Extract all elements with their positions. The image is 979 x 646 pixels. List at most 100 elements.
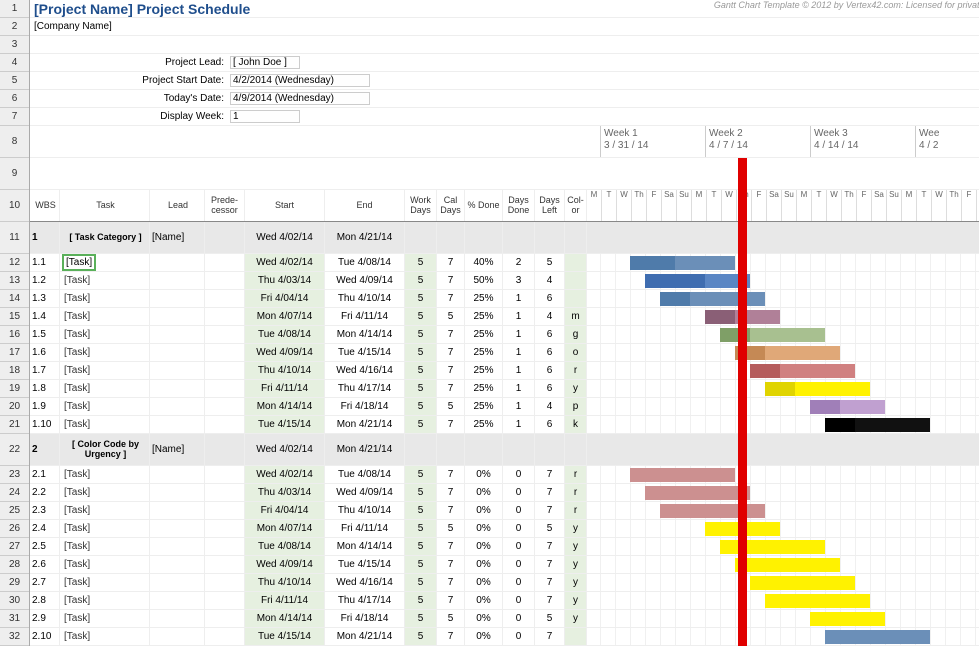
task-name-cell[interactable]: [Task] [60,416,150,433]
end-cell[interactable]: Thu 4/17/14 [325,380,405,397]
task-name-cell[interactable]: [Task] [60,628,150,645]
row-number[interactable]: 11 [0,222,29,254]
lead-cell[interactable] [150,628,205,645]
start-cell[interactable]: Wed 4/09/14 [245,344,325,361]
row-number[interactable]: 20 [0,398,29,416]
info-value[interactable]: [ John Doe ] [230,56,300,69]
start-cell[interactable]: Tue 4/08/14 [245,538,325,555]
start-cell[interactable]: Thu 4/10/14 [245,574,325,591]
caldays-cell[interactable]: 7 [437,416,465,433]
row-number[interactable]: 17 [0,344,29,362]
daysdone-cell[interactable]: 0 [503,628,535,645]
pred-cell[interactable] [205,222,245,253]
color-cell[interactable]: y [565,574,587,591]
workdays-cell[interactable]: 5 [405,466,437,483]
caldays-cell[interactable]: 7 [437,628,465,645]
color-cell[interactable]: r [565,466,587,483]
row-number[interactable]: 26 [0,520,29,538]
workdays-cell[interactable]: 5 [405,398,437,415]
gantt-bar[interactable] [720,540,825,554]
row-number[interactable]: 23 [0,466,29,484]
color-header[interactable]: Col-or [565,190,587,221]
task-name-cell[interactable]: [Task] [60,362,150,379]
workdays-cell[interactable]: 5 [405,538,437,555]
start-cell[interactable]: Wed 4/02/14 [245,254,325,271]
daysleft-cell[interactable]: 4 [535,308,565,325]
color-cell[interactable] [565,272,587,289]
lead-cell[interactable] [150,416,205,433]
workdays-cell[interactable]: 5 [405,556,437,573]
pctdone-cell[interactable]: 25% [465,308,503,325]
end-cell[interactable]: Tue 4/08/14 [325,466,405,483]
color-cell[interactable]: y [565,380,587,397]
task-wbs[interactable]: 1.1 [30,254,60,271]
color-cell[interactable]: r [565,502,587,519]
task-name-cell[interactable]: [Task] [60,326,150,343]
color-cell[interactable]: y [565,556,587,573]
daysleft-cell[interactable]: 6 [535,326,565,343]
pred-cell[interactable] [205,610,245,627]
row-number[interactable]: 16 [0,326,29,344]
workdays-cell[interactable]: 5 [405,380,437,397]
caldays-cell[interactable]: 7 [437,502,465,519]
start-cell[interactable]: Tue 4/15/14 [245,416,325,433]
color-cell[interactable] [565,290,587,307]
lead-cell[interactable] [150,326,205,343]
row-number[interactable]: 25 [0,502,29,520]
end-cell[interactable]: Mon 4/14/14 [325,538,405,555]
empty-cell[interactable] [565,434,587,465]
pctdone-cell[interactable]: 25% [465,290,503,307]
empty-cell[interactable] [503,434,535,465]
workdays-cell[interactable]: 5 [405,272,437,289]
spreadsheet-content[interactable]: [Project Name] Project ScheduleGantt Cha… [30,0,979,646]
row-number[interactable]: 28 [0,556,29,574]
lead-cell[interactable] [150,272,205,289]
task-name-cell[interactable]: [Task] [60,520,150,537]
task-wbs[interactable]: 1.8 [30,380,60,397]
lead-header[interactable]: Lead [150,190,205,221]
end-cell[interactable]: Mon 4/21/14 [325,416,405,433]
daysdone-cell[interactable]: 1 [503,344,535,361]
gantt-bar[interactable] [750,576,855,590]
daysleft-cell[interactable]: 7 [535,466,565,483]
category-start[interactable]: Wed 4/02/14 [245,222,325,253]
workdays-cell[interactable]: 5 [405,610,437,627]
lead-cell[interactable] [150,362,205,379]
workdays-cell[interactable]: 5 [405,362,437,379]
task-name-cell[interactable]: [Task] [60,308,150,325]
task-wbs[interactable]: 2.5 [30,538,60,555]
workdays-header[interactable]: Work Days [405,190,437,221]
pred-cell[interactable] [205,556,245,573]
empty-cell[interactable] [437,222,465,253]
start-cell[interactable]: Mon 4/14/14 [245,610,325,627]
pred-cell[interactable] [205,398,245,415]
row-number[interactable]: 14 [0,290,29,308]
task-wbs[interactable]: 1.2 [30,272,60,289]
end-cell[interactable]: Wed 4/09/14 [325,484,405,501]
lead-cell[interactable] [150,466,205,483]
gantt-bar[interactable] [810,612,885,626]
daysleft-cell[interactable]: 4 [535,272,565,289]
info-value[interactable]: 1 [230,110,300,123]
row-number[interactable]: 12 [0,254,29,272]
caldays-cell[interactable]: 7 [437,254,465,271]
pctdone-cell[interactable]: 0% [465,484,503,501]
pctdone-cell[interactable]: 25% [465,416,503,433]
pctdone-cell[interactable]: 0% [465,610,503,627]
row-number[interactable]: 13 [0,272,29,290]
row-number[interactable]: 29 [0,574,29,592]
color-cell[interactable]: p [565,398,587,415]
pctdone-header[interactable]: % Done [465,190,503,221]
workdays-cell[interactable]: 5 [405,574,437,591]
caldays-cell[interactable]: 5 [437,308,465,325]
daysleft-cell[interactable]: 5 [535,254,565,271]
task-wbs[interactable]: 2.1 [30,466,60,483]
pctdone-cell[interactable]: 25% [465,344,503,361]
row-number[interactable]: 24 [0,484,29,502]
lead-cell[interactable] [150,610,205,627]
daysdone-cell[interactable]: 1 [503,290,535,307]
row-number[interactable]: 3 [0,36,29,54]
pred-cell[interactable] [205,308,245,325]
row-number[interactable]: 15 [0,308,29,326]
start-cell[interactable]: Mon 4/14/14 [245,398,325,415]
